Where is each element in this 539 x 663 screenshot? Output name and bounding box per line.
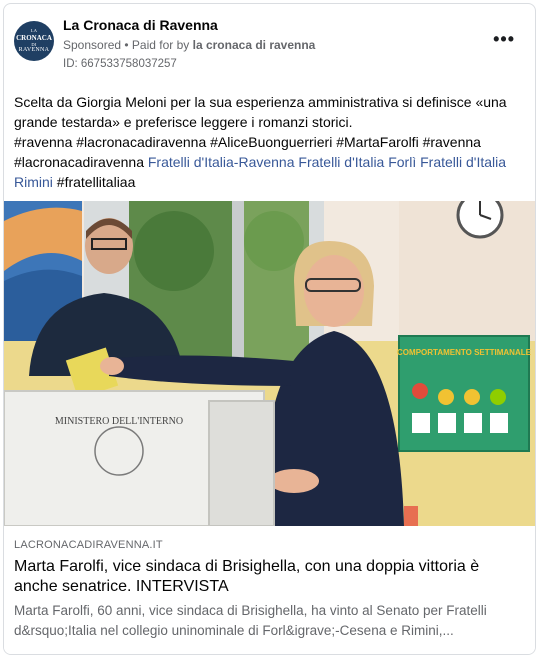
ad-id: ID: 667533758037257 (63, 58, 177, 70)
post-body-text: Scelta da Giorgia Meloni per la sua espe… (14, 92, 524, 192)
link-domain: LACRONACADIRAVENNA.IT (14, 539, 163, 551)
page-name-link[interactable]: La Cronaca di Ravenna (63, 17, 218, 33)
page-link-forli[interactable]: Fratelli d'Italia Forlì (298, 154, 416, 170)
classroom-sign-label: COMPORTAMENTO SETTIMANALE (397, 348, 532, 357)
avatar-text-line2: CRONACA (16, 33, 52, 42)
paid-for-name: la cronaca di ravenna (192, 38, 316, 52)
post-hashtag-tail[interactable]: #fratellitaliaa (57, 174, 136, 190)
photo-illustration: MINISTERO DELL'INTERNO COMPORTAMENTO SET… (4, 201, 535, 526)
link-preview[interactable]: LACRONACADIRAVENNA.IT Marta Farolfi, vic… (4, 526, 535, 654)
page-avatar[interactable]: LA CRONACA DI RAVENNA (14, 21, 54, 61)
avatar-text-line4: RAVENNA (18, 47, 50, 53)
sponsored-label[interactable]: Sponsored (63, 38, 121, 52)
ad-card: LA CRONACA DI RAVENNA La Cronaca di Rave… (3, 3, 536, 655)
sponsored-line: Sponsored • Paid for by la cronaca di ra… (63, 38, 315, 52)
separator-dot: • (121, 38, 132, 52)
paid-for-label: Paid for by (131, 38, 193, 52)
post-sentence: Scelta da Giorgia Meloni per la sua espe… (14, 94, 507, 130)
post-photo[interactable]: MINISTERO DELL'INTERNO COMPORTAMENTO SET… (4, 201, 535, 526)
page-link-ravenna[interactable]: Fratelli d'Italia-Ravenna (148, 154, 295, 170)
more-options-icon[interactable]: ••• (493, 29, 515, 50)
ballot-box-label: MINISTERO DELL'INTERNO (55, 416, 183, 427)
link-title[interactable]: Marta Farolfi, vice sindaca di Brisighel… (14, 557, 525, 597)
avatar-text-line1: LA (30, 28, 38, 33)
link-description: Marta Farolfi, 60 anni, vice sindaca di … (14, 603, 487, 638)
post-header: LA CRONACA DI RAVENNA La Cronaca di Rave… (4, 4, 535, 84)
